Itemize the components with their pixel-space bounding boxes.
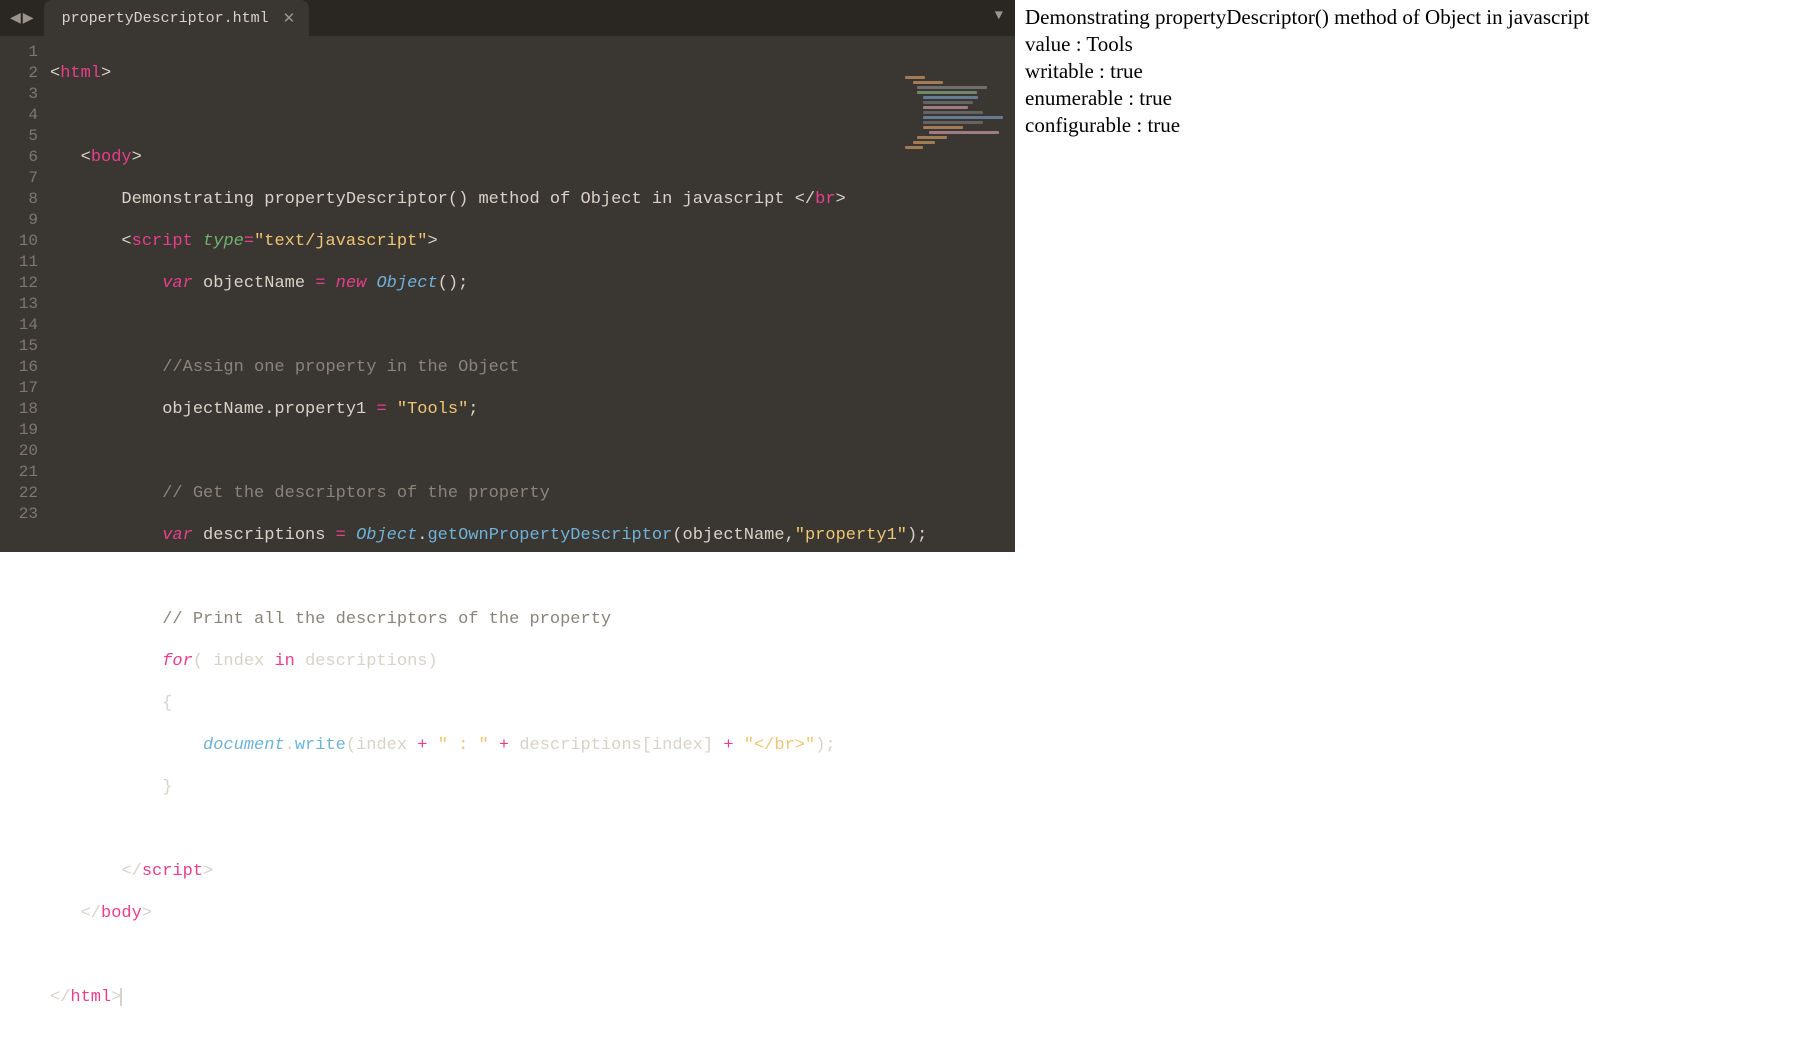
output-line: Demonstrating propertyDescriptor() metho… bbox=[1025, 4, 1790, 31]
tab-bar: ◀ ▶ propertyDescriptor.html ✕ ▼ bbox=[0, 0, 1015, 36]
output-pane: Demonstrating propertyDescriptor() metho… bbox=[1015, 0, 1800, 552]
code-area[interactable]: 123 456 789 101112 131415 161718 192021 … bbox=[0, 36, 1015, 1050]
line-gutter: 123 456 789 101112 131415 161718 192021 … bbox=[0, 42, 50, 1050]
text-cursor bbox=[120, 988, 122, 1006]
output-line: value : Tools bbox=[1025, 31, 1790, 58]
output-line: enumerable : true bbox=[1025, 85, 1790, 112]
tab-title: propertyDescriptor.html bbox=[62, 10, 269, 27]
close-icon[interactable]: ✕ bbox=[283, 9, 296, 28]
editor-pane: ◀ ▶ propertyDescriptor.html ✕ ▼ 123 456 … bbox=[0, 0, 1015, 552]
output-line: configurable : true bbox=[1025, 112, 1790, 139]
minimap[interactable] bbox=[905, 76, 1015, 166]
nav-forward-icon[interactable]: ▶ bbox=[23, 10, 34, 27]
tab-active[interactable]: propertyDescriptor.html ✕ bbox=[44, 0, 310, 36]
tab-dropdown-icon[interactable]: ▼ bbox=[995, 8, 1003, 24]
nav-back-icon[interactable]: ◀ bbox=[10, 10, 21, 27]
tab-nav: ◀ ▶ bbox=[0, 10, 44, 27]
code-content[interactable]: <html> <body> Demonstrating propertyDesc… bbox=[50, 42, 1015, 1050]
output-line: writable : true bbox=[1025, 58, 1790, 85]
